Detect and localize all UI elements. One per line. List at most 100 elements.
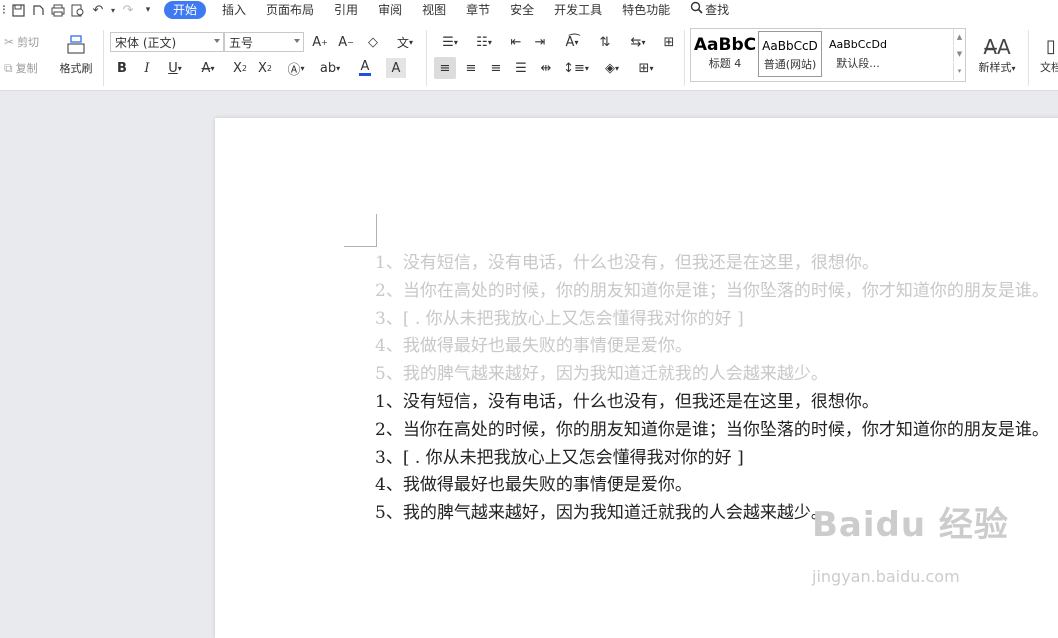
tab-references[interactable]: 引用 bbox=[324, 0, 368, 20]
superscript-button[interactable]: X2 bbox=[230, 58, 250, 78]
tab-special-features[interactable]: 特色功能 bbox=[612, 0, 680, 20]
eraser-icon: ◇ bbox=[368, 34, 378, 50]
save-icon[interactable] bbox=[8, 0, 28, 20]
watermark-url: jingyan.baidu.com bbox=[812, 567, 960, 586]
highlight-button[interactable]: ab ▾ bbox=[316, 58, 344, 78]
shading-button[interactable]: ◈ ▾ bbox=[598, 57, 626, 79]
font-color-bar bbox=[359, 72, 371, 76]
clear-format-button[interactable]: ◇ bbox=[362, 32, 384, 52]
line-spacing-button[interactable]: ↕≡ ▾ bbox=[562, 57, 590, 79]
line-spacing-icon: ↕≡ bbox=[563, 60, 585, 76]
divider bbox=[103, 30, 104, 86]
align-right-icon: ≡ bbox=[490, 60, 502, 76]
increase-indent-button[interactable]: ⇥ bbox=[530, 32, 550, 52]
menu-bar: ⁝ ↶ ▾ ↷ ▾ 开始 插入 页面布局 引用 审阅 视图 章节 安全 开发工具… bbox=[0, 0, 1058, 20]
text-line-2: 2、当你在高处的时候，你的朋友知道你是谁；当你坠落的时候，你才知道你的朋友是谁。 bbox=[375, 419, 1049, 440]
search-button[interactable]: 查找 bbox=[680, 0, 739, 20]
align-center-icon: ≡ bbox=[465, 60, 477, 76]
text-effect-button[interactable]: Ⓐ ▾ bbox=[283, 58, 309, 78]
sort-button[interactable]: ⇅ bbox=[594, 32, 616, 52]
italic-button[interactable]: I bbox=[137, 58, 157, 78]
customize-icon[interactable]: ▾ bbox=[138, 0, 158, 20]
style-heading-4[interactable]: AaBbC 标题 4 bbox=[693, 31, 757, 77]
style-scroll-down-icon[interactable]: ▼ bbox=[953, 46, 965, 62]
font-name-select[interactable]: 宋体 (正文) bbox=[110, 32, 224, 52]
borders-button[interactable]: ⊞ ▾ bbox=[632, 57, 660, 79]
document-label: 文档 bbox=[1040, 61, 1058, 74]
tab-view[interactable]: 视图 bbox=[412, 0, 456, 20]
tab-review[interactable]: 审阅 bbox=[368, 0, 412, 20]
style-preview: AaBbCcDd bbox=[829, 38, 887, 51]
align-center-button[interactable]: ≡ bbox=[460, 57, 482, 79]
numbered-list-button[interactable]: ☷ ▾ bbox=[470, 32, 498, 52]
tab-security[interactable]: 安全 bbox=[500, 0, 544, 20]
style-normal-web[interactable]: AaBbCcD 普通(网站) bbox=[758, 31, 822, 77]
bold-button[interactable]: B bbox=[112, 58, 132, 78]
shrink-font-button[interactable]: A − bbox=[336, 32, 356, 52]
undo-icon[interactable]: ↶ bbox=[88, 0, 108, 20]
style-more-icon[interactable]: ▾ bbox=[953, 63, 965, 80]
borders-icon: ⊞ bbox=[638, 60, 650, 76]
document-assistant-button[interactable]: ▯ 文档 bbox=[1036, 32, 1058, 78]
text-effect-icon: Ⓐ bbox=[287, 62, 301, 78]
divider bbox=[1028, 30, 1029, 86]
align-left-button[interactable]: ≡ bbox=[434, 57, 456, 79]
format-painter-label: 格式刷 bbox=[59, 62, 93, 75]
copy-icon: ⧉ bbox=[4, 60, 13, 75]
print-icon[interactable] bbox=[48, 0, 68, 20]
chevron-down-icon bbox=[294, 39, 300, 43]
ribbon-toolbar: ✂ 剪切 ⧉ 复制 格式刷 宋体 (正文) 五号 A + A − ◇ 文 ▾ B I … bbox=[0, 20, 1058, 91]
distributed-button[interactable]: ⇹ bbox=[535, 57, 557, 79]
style-preview: AaBbC bbox=[693, 35, 757, 55]
font-size-select[interactable]: 五号 bbox=[224, 32, 304, 52]
new-style-button[interactable]: A̶A 新样式▾ bbox=[972, 32, 1022, 78]
subscript-button[interactable]: X2 bbox=[255, 58, 275, 78]
print-preview-icon[interactable] bbox=[28, 0, 48, 20]
font-color-button[interactable]: A bbox=[352, 58, 378, 78]
new-style-label: 新样式▾ bbox=[978, 61, 1016, 74]
table-layout-button[interactable]: ⊞ bbox=[658, 32, 680, 52]
phonetic-icon: 文 bbox=[396, 35, 409, 50]
layout-grid-icon: ⊞ bbox=[663, 34, 675, 50]
style-label: 普通(网站) bbox=[763, 58, 817, 71]
distributed-icon: ⇹ bbox=[540, 60, 552, 76]
style-preview: AaBbCcD bbox=[762, 39, 818, 53]
menu-partial-icon[interactable]: ⁝ bbox=[0, 0, 8, 20]
preview-icon[interactable] bbox=[68, 0, 88, 20]
margin-crop-mark bbox=[344, 214, 377, 247]
tab-chapter[interactable]: 章节 bbox=[456, 0, 500, 20]
paragraph-marks-icon: ⇆ bbox=[630, 34, 642, 50]
indent-icon: ⇥ bbox=[534, 34, 546, 50]
search-label: 查找 bbox=[705, 3, 730, 17]
text-line-4: 4、我做得最好也最失败的事情便是爱你。 bbox=[375, 475, 692, 496]
tab-start[interactable]: 开始 bbox=[164, 1, 207, 19]
tab-insert[interactable]: 插入 bbox=[212, 0, 256, 20]
underline-button[interactable]: U ▾ bbox=[162, 58, 188, 78]
grow-font-button[interactable]: A + bbox=[310, 32, 330, 52]
tab-page-layout[interactable]: 页面布局 bbox=[256, 0, 324, 20]
font-size-value: 五号 bbox=[229, 35, 254, 50]
copy-button: ⧉ 复制 bbox=[4, 59, 38, 77]
char-shading-button[interactable]: A bbox=[386, 58, 406, 78]
strikethrough-button[interactable]: A ▾ bbox=[195, 58, 221, 78]
baidu-watermark: Baidu 经验 bbox=[812, 505, 1009, 545]
sort-icon: ⇅ bbox=[599, 34, 611, 50]
justify-button[interactable]: ☰ bbox=[510, 57, 532, 79]
phonetic-guide-button[interactable]: 文 ▾ bbox=[390, 32, 420, 52]
format-painter-button[interactable]: 格式刷 bbox=[56, 30, 96, 80]
font-name-value: 宋体 (正文) bbox=[115, 35, 177, 50]
faded-line-5: 5、我的脾气越来越好，因为我知道迁就我的人会越来越少。 bbox=[375, 364, 828, 385]
document-body[interactable]: 1、没有短信，没有电话，什么也没有，但我还是在这里，很想你。 2、当你在高处的时… bbox=[375, 250, 1049, 528]
chinese-layout-button[interactable]: A͡ ▾ bbox=[558, 32, 586, 52]
document-page[interactable]: 1、没有短信，没有电话，什么也没有，但我还是在这里，很想你。 2、当你在高处的时… bbox=[215, 118, 1058, 638]
align-right-button[interactable]: ≡ bbox=[485, 57, 507, 79]
style-default-paragraph[interactable]: AaBbCcDd 默认段... bbox=[823, 31, 893, 77]
tab-developer[interactable]: 开发工具 bbox=[544, 0, 612, 20]
show-marks-button[interactable]: ⇆ ▾ bbox=[624, 32, 652, 52]
text-line-3: 3、[ . 你从未把我放心上又怎会懂得我对你的好 ] bbox=[375, 447, 744, 468]
undo-dropdown-icon[interactable]: ▾ bbox=[108, 0, 118, 20]
document-icon: ▯ bbox=[1046, 36, 1056, 57]
decrease-indent-button[interactable]: ⇤ bbox=[506, 32, 526, 52]
style-scroll-up-icon[interactable]: ▲ bbox=[953, 29, 965, 45]
bullet-list-button[interactable]: ☰ ▾ bbox=[436, 32, 464, 52]
